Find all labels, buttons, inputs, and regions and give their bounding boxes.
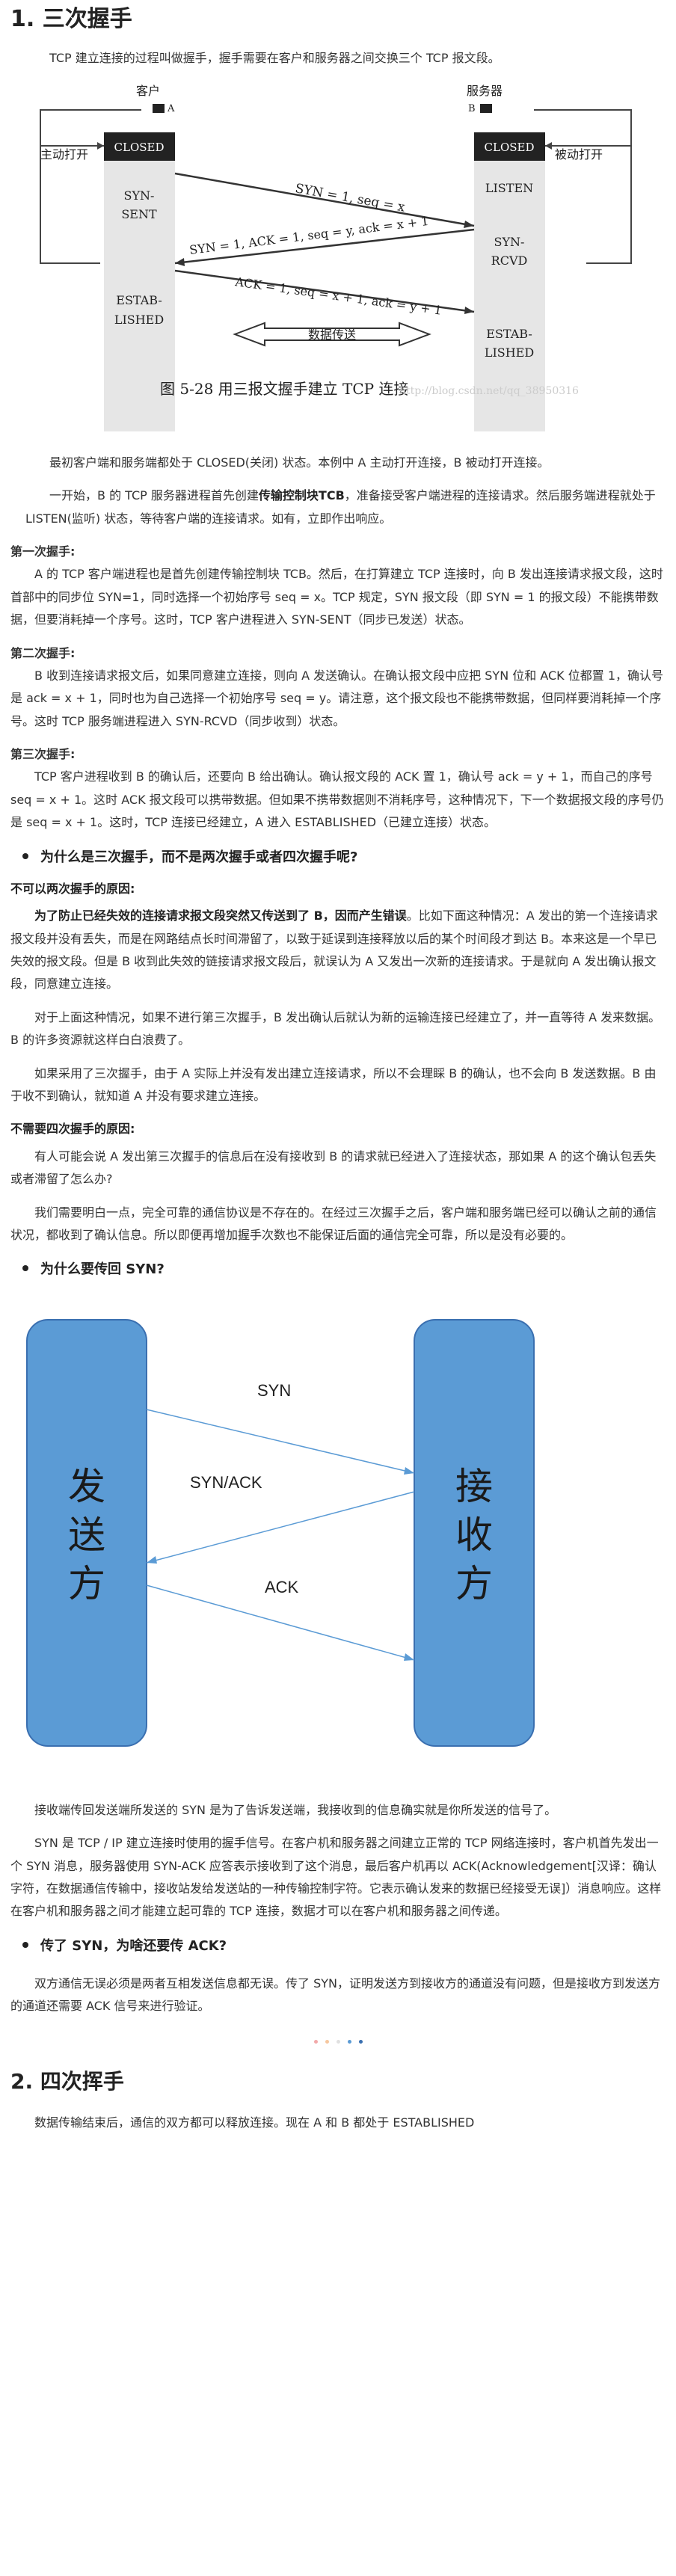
not-two-paragraph-3: 如果采用了三次握手，由于 A 实际上并没有发出建立连接请求，所以不会理睬 B 的… (10, 1066, 657, 1103)
handshake-diagram: 客户 服务器 A B CLOSED SYN- SENT ESTAB- LISHE… (40, 84, 632, 483)
syn-sent-label-2: SENT (121, 207, 157, 221)
ack-message-label: ACK = 1, seq = x + 1, ack = y + 1 (233, 274, 443, 318)
active-open-label: 主动打开 (40, 147, 88, 162)
question-why-ack: 传了 SYN，为啥还要传 ACK? (10, 1934, 666, 1959)
fig2-syn-arrowhead (404, 1467, 414, 1475)
divider-dot (358, 2039, 363, 2044)
syn-return-paragraph: 接收端传回发送端所发送的 SYN 是为了告诉发送端，我接收到的信息确实就是你所发… (34, 1802, 557, 1817)
bullet-icon (22, 1265, 28, 1272)
estab-a-label-1: ESTAB- (116, 293, 162, 307)
bullet-icon (22, 852, 28, 859)
step3-paragraph: TCP 客户进程收到 B 的确认后，还要向 B 给出确认。确认报文段的 ACK … (10, 769, 664, 830)
question-why-three-text: 为什么是三次握手，而不是两次握手或者四次握手呢? (40, 849, 358, 865)
fig2-ack-label: ACK (265, 1578, 299, 1596)
client-closed-label: CLOSED (114, 141, 165, 154)
listen-state-paragraph: 一开始，B 的 TCP 服务器进程首先创建传输控制块TCB，准备接受客户端进程的… (25, 485, 666, 530)
syn-ack-diagram: 发 送 方 接 收 方 SYN SYN/ACK ACK (26, 1319, 535, 1747)
article: 1. 三次握手 TCP 建立连接的过程叫做握手，握手需要在客户和服务器之间交换三… (0, 0, 676, 2135)
section-title-four-way-wave: 2. 四次挥手 (10, 2069, 124, 2094)
divider-dot (336, 2039, 340, 2044)
server-b-label: B (468, 103, 476, 114)
fig2-ack-arrowhead (404, 1653, 414, 1662)
not-four-title: 不需要四次握手的原因: (10, 1122, 135, 1137)
ack-reason-paragraph: 双方通信无误必须是两者互相发送信息都无误。传了 SYN，证明发送方到接收方的通道… (10, 1976, 660, 2014)
syn-rcvd-label-1: SYN- (494, 235, 525, 249)
three-way-handshake-figure: 客户 服务器 A B CLOSED SYN- SENT ESTAB- LISHE… (10, 80, 666, 483)
server-computer-icon (480, 104, 492, 114)
sender-char-3: 方 (68, 1563, 105, 1605)
step3-title: 第三次握手: (10, 747, 76, 762)
intro-paragraph: TCP 建立连接的过程叫做握手，握手需要在客户和服务器之间交换三个 TCP 报文… (49, 51, 500, 65)
question-why-syn-text: 为什么要传回 SYN? (40, 1261, 165, 1278)
receiver-char-2: 收 (455, 1514, 493, 1556)
section-divider (10, 2029, 666, 2051)
synack-arrowhead (175, 258, 185, 267)
syn-arrowhead (464, 221, 474, 229)
fig2-synack-arrow (146, 1491, 415, 1564)
step2-paragraph: B 收到连接请求报文后，如果同意建立连接，则向 A 发送确认。在确认报文段中应把… (10, 668, 664, 728)
passive-open-label: 被动打开 (555, 147, 603, 162)
question-why-syn: 为什么要传回 SYN? (10, 1257, 666, 1282)
not-two-paragraph-2: 对于上面这种情况，如果不进行第三次握手，B 发出确认后就认为新的运输连接已经建立… (10, 1009, 661, 1048)
divider-dot (313, 2039, 318, 2044)
listen-label: LISTEN (485, 181, 533, 195)
server-loop-line (534, 109, 632, 265)
synack-message-label: SYN = 1, ACK = 1, seq = y, ack = x + 1 (188, 214, 429, 257)
sender-char-2: 送 (68, 1514, 105, 1556)
bullet-icon (22, 1941, 28, 1948)
server-closed-label: CLOSED (485, 141, 535, 154)
estab-b-label-2: LISHED (485, 345, 534, 360)
estab-b-label-1: ESTAB- (486, 327, 532, 341)
figure-caption: 图 5-28 用三报文握手建立 TCP 连接 (160, 380, 408, 398)
client-a-label: A (167, 103, 175, 114)
step1-title: 第一次握手: (10, 544, 76, 559)
estab-a-label-2: LISHED (114, 313, 164, 327)
passive-open-arrowhead (545, 142, 552, 150)
client-label: 客户 (136, 84, 160, 98)
server-label: 服务器 (467, 84, 503, 98)
listen-pre: 一开始，B 的 TCP 服务器进程首先创建 (49, 488, 259, 503)
syn-ack-figure: 发 送 方 接 收 方 SYN SYN/ACK ACK (10, 1305, 666, 1768)
syn-message-label: SYN = 1, seq = x (294, 182, 406, 216)
syn-sent-label-1: SYN- (124, 188, 155, 203)
divider-dot (347, 2039, 351, 2044)
figure-watermark: http://blog.csdn.net/qq_38950316 (399, 385, 579, 397)
client-computer-icon (153, 104, 165, 114)
not-four-paragraph-1: 有人可能会说 A 发出第三次握手的信息后在没有接收到 B 的请求就已经进入了连接… (10, 1149, 657, 1187)
question-why-three: 为什么是三次握手，而不是两次握手或者四次握手呢? (10, 845, 666, 870)
not-four-paragraph-2: 我们需要明白一点，完全可靠的通信协议是不存在的。在经过三次握手之后，客户端和服务… (10, 1205, 657, 1242)
not-two-bold: 为了防止已经失效的连接请求报文段突然又传送到了 B，因而产生错误 (34, 909, 407, 923)
not-two-paragraph-1: 为了防止已经失效的连接请求报文段突然又传送到了 B，因而产生错误。比如下面这种情… (10, 905, 666, 996)
active-open-arrowhead (97, 142, 104, 150)
fig2-ack-arrow (146, 1584, 415, 1662)
divider-dot (325, 2039, 329, 2044)
section-title-three-way-handshake: 1. 三次握手 (10, 6, 132, 32)
step1-paragraph: A 的 TCP 客户端进程也是首先创建传输控制块 TCB。然后，在打算建立 TC… (10, 567, 663, 627)
syn-signal-paragraph: SYN 是 TCP / IP 建立连接时使用的握手信号。在客户机和服务器之间建立… (10, 1836, 662, 1919)
fig2-syn-label: SYN (257, 1381, 291, 1400)
fig2-synack-arrowhead (147, 1556, 157, 1564)
ack-arrowhead (464, 307, 474, 315)
sender-char-1: 发 (68, 1466, 105, 1507)
receiver-char-1: 接 (455, 1466, 493, 1507)
fig2-syn-arrow (146, 1409, 415, 1475)
not-two-title: 不可以两次握手的原因: (10, 881, 135, 896)
step2-title: 第二次握手: (10, 645, 76, 660)
listen-bold: 传输控制块TCB (258, 488, 345, 503)
closed-state-paragraph: 最初客户端和服务端都处于 CLOSED(关闭) 状态。本例中 A 主动打开连接，… (49, 455, 550, 470)
data-transfer-label: 数据传送 (308, 328, 356, 342)
four-way-intro-paragraph: 数据传输结束后，通信的双方都可以释放连接。现在 A 和 B 都处于 ESTABL… (34, 2115, 475, 2130)
question-why-ack-text: 传了 SYN，为啥还要传 ACK? (40, 1937, 227, 1954)
fig2-synack-label: SYN/ACK (190, 1473, 262, 1492)
receiver-char-3: 方 (455, 1563, 493, 1605)
syn-rcvd-label-2: RCVD (491, 253, 528, 268)
